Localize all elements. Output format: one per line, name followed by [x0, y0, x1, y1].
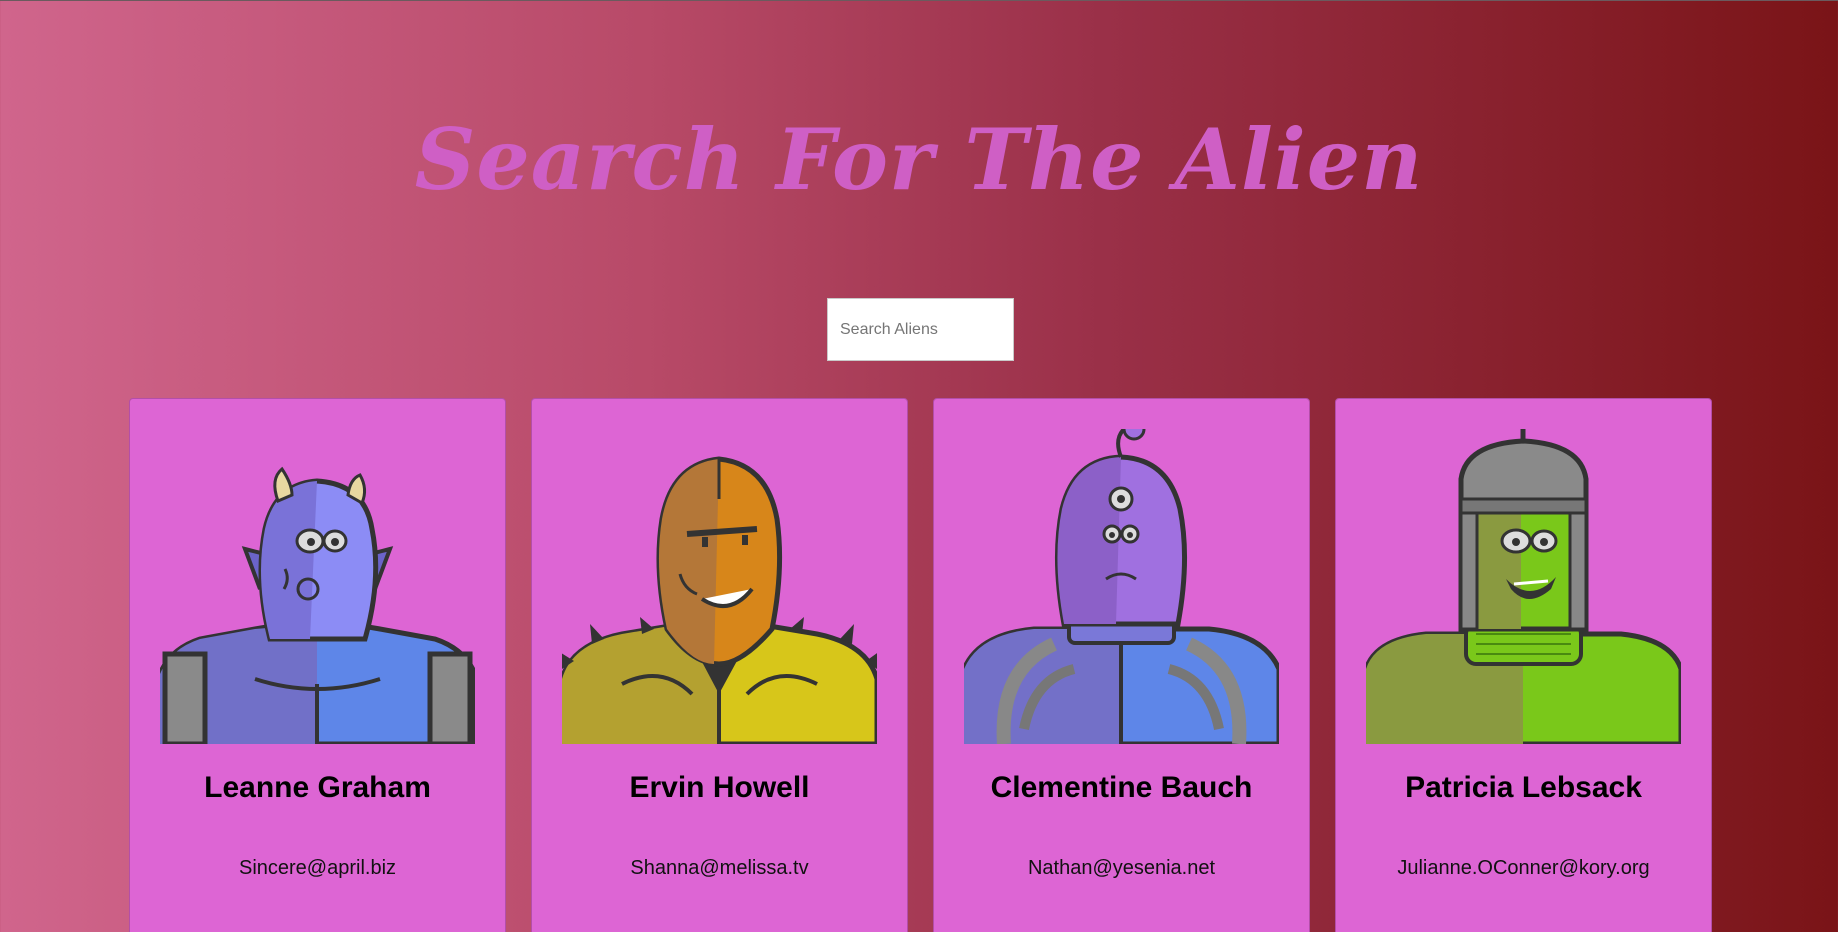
alien-name: Leanne Graham: [204, 771, 431, 804]
green-robot-helmet-alien-avatar: [1366, 429, 1681, 744]
alien-card[interactable]: Clementine Bauch Nathan@yesenia.net: [933, 398, 1310, 932]
blue-horned-alien-avatar: [160, 466, 475, 744]
page-title: Search For The Alien: [414, 110, 1424, 209]
purple-three-eyed-alien-avatar: [964, 429, 1279, 744]
alien-email: Sincere@april.biz: [238, 857, 397, 879]
alien-name: Clementine Bauch: [990, 771, 1253, 804]
alien-card[interactable]: Leanne Graham Sincere@april.biz: [129, 398, 506, 932]
alien-card[interactable]: Patricia Lebsack Julianne.OConner@kory.o…: [1335, 398, 1712, 932]
search-input[interactable]: [827, 298, 1014, 361]
alien-name: Ervin Howell: [629, 771, 810, 804]
orange-hooded-alien-avatar: [562, 456, 877, 744]
card-list: Leanne Graham Sincere@april.biz Ervin Ho…: [129, 398, 1712, 932]
alien-email: Nathan@yesenia.net: [1027, 857, 1216, 879]
alien-name: Patricia Lebsack: [1405, 771, 1642, 804]
alien-email: Shanna@melissa.tv: [630, 857, 809, 879]
alien-email: Julianne.OConner@kory.org: [1397, 857, 1650, 879]
alien-card[interactable]: Ervin Howell Shanna@melissa.tv: [531, 398, 908, 932]
top-border: [0, 0, 1838, 1]
